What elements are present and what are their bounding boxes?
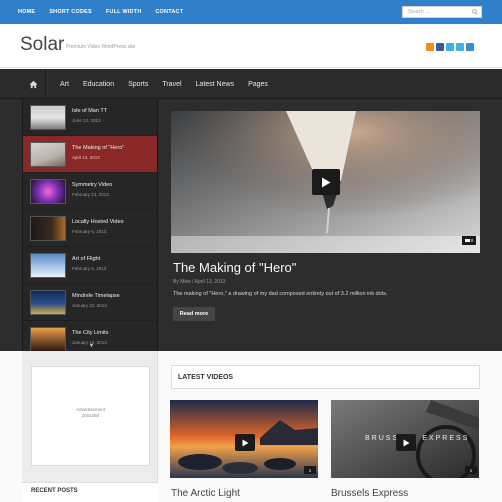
comment-count-badge[interactable]: 0	[462, 236, 476, 245]
featured-description: The making of "Hero," a drawing of my da…	[173, 291, 388, 297]
recent-posts-heading: RECENT POSTS	[31, 488, 78, 494]
home-button[interactable]	[22, 69, 46, 99]
video-list-item[interactable]: Symmetry Video February 13, 2013	[23, 173, 157, 210]
video-title: Isle of Man TT	[72, 108, 108, 114]
search-placeholder: Search ...	[408, 9, 430, 15]
card-comment-badge[interactable]: 0	[465, 466, 477, 474]
card-overlay-text: BRUSSELS EXPRESS	[365, 435, 470, 442]
menu-item-travel[interactable]: Travel	[162, 81, 181, 88]
site-header: Solar Premium Video WordPress site	[0, 24, 502, 68]
video-list-item[interactable]: Art of Flight February 5, 2013	[23, 247, 157, 284]
featured-title[interactable]: The Making of "Hero"	[173, 260, 296, 275]
search-icon[interactable]	[472, 9, 478, 15]
featured-meta: By Mike / April 13, 2013	[173, 279, 226, 285]
topnav-shortcodes-link[interactable]: SHORT CODES	[49, 9, 92, 15]
video-title: Symmetry Video	[72, 182, 113, 188]
play-button[interactable]	[312, 169, 340, 195]
main-nav: Art Education Sports Travel Latest News …	[0, 69, 502, 99]
email-icon[interactable]	[466, 43, 474, 51]
video-thumbnail	[30, 216, 66, 241]
video-title: Locally Hosted Video	[72, 219, 124, 225]
card-title[interactable]: The Arctic Light	[171, 488, 240, 499]
site-logo[interactable]: Solar	[20, 34, 64, 56]
video-date: January 22, 2013	[72, 303, 107, 308]
card-comment-count: 0	[308, 467, 312, 473]
home-icon	[29, 80, 38, 88]
card-comment-badge[interactable]: 0	[304, 466, 316, 474]
video-date: February 5, 2013	[72, 266, 107, 271]
advertisement-label: Advertisement 300x250	[31, 407, 150, 419]
main-menu: Art Education Sports Travel Latest News …	[60, 69, 282, 99]
video-thumbnail	[30, 253, 66, 278]
video-title: The City Limits	[72, 330, 109, 336]
play-icon	[242, 439, 248, 446]
topnav-fullwidth-link[interactable]: FULL WIDTH	[106, 9, 142, 15]
video-list-item-active[interactable]: The Making of "Hero" April 13, 2013	[23, 136, 157, 173]
menu-item-art[interactable]: Art	[60, 81, 69, 88]
top-bar: HOME SHORT CODES FULL WIDTH CONTACT Sear…	[0, 0, 502, 24]
read-more-button[interactable]: Read more	[173, 307, 215, 321]
recent-posts-widget: RECENT POSTS	[22, 482, 158, 502]
menu-item-latest-news[interactable]: Latest News	[196, 81, 235, 88]
menu-item-education[interactable]: Education	[83, 81, 114, 88]
video-list-item[interactable]: Locally Hosted Video February 6, 2013	[23, 210, 157, 247]
video-thumbnail	[30, 142, 66, 167]
menu-item-pages[interactable]: Pages	[248, 81, 268, 88]
video-list-item[interactable]: Mindrele Timelapse January 22, 2013	[23, 284, 157, 321]
comment-icon	[464, 238, 470, 242]
site-tagline: Premium Video WordPress site	[66, 44, 136, 50]
video-list: Isle of Man TT June 13, 2013 The Making …	[22, 99, 158, 351]
vimeo-icon[interactable]	[456, 43, 464, 51]
menu-item-sports[interactable]: Sports	[128, 81, 148, 88]
topnav-contact-link[interactable]: CONTACT	[155, 9, 183, 15]
video-title: Art of Flight	[72, 256, 101, 262]
play-icon	[322, 177, 331, 187]
ad-line-2: 300x250	[81, 413, 100, 418]
video-date: February 6, 2013	[72, 229, 107, 234]
latest-videos-header: LATEST VIDEOS	[171, 365, 480, 389]
video-thumbnail	[30, 105, 66, 130]
card-play-button[interactable]	[396, 434, 416, 451]
video-date: June 13, 2013	[72, 118, 101, 123]
comment-count: 0	[470, 238, 474, 243]
play-icon	[403, 439, 409, 446]
video-thumbnail	[30, 179, 66, 204]
video-date: February 13, 2013	[72, 192, 109, 197]
video-thumbnail	[30, 290, 66, 315]
scroll-down-icon[interactable]: ▼	[89, 343, 94, 349]
video-date: April 13, 2013	[72, 155, 100, 160]
twitter-icon[interactable]	[446, 43, 454, 51]
facebook-icon[interactable]	[436, 43, 444, 51]
social-icons	[426, 43, 474, 51]
video-title: The Making of "Hero"	[72, 145, 125, 151]
top-nav: HOME SHORT CODES FULL WIDTH CONTACT	[18, 0, 197, 24]
card-title[interactable]: Brussels Express	[331, 488, 408, 499]
video-list-item[interactable]: Isle of Man TT June 13, 2013	[23, 99, 157, 136]
card-comment-count: 0	[469, 467, 473, 473]
video-thumbnail	[30, 327, 66, 351]
card-play-button[interactable]	[235, 434, 255, 451]
rss-icon[interactable]	[426, 43, 434, 51]
search-input[interactable]: Search ...	[402, 6, 482, 18]
topnav-home-link[interactable]: HOME	[18, 9, 35, 15]
latest-videos-heading: LATEST VIDEOS	[178, 374, 234, 381]
video-title: Mindrele Timelapse	[72, 293, 120, 299]
